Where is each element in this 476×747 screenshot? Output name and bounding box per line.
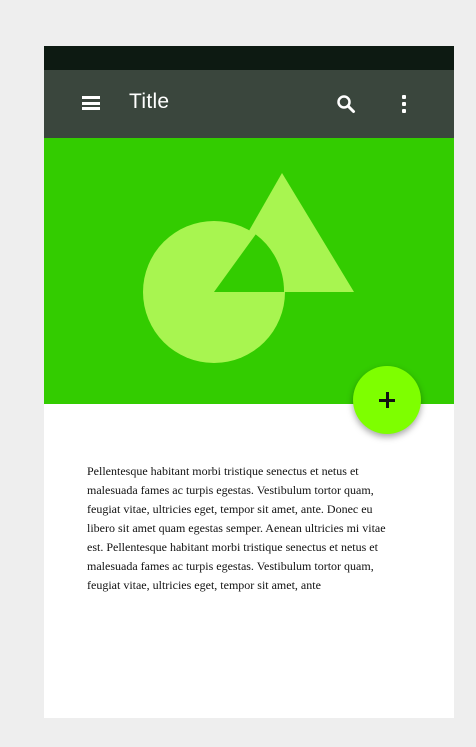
- menu-icon[interactable]: [82, 96, 100, 110]
- add-fab-button[interactable]: [353, 366, 421, 434]
- status-bar: [44, 46, 454, 70]
- search-icon[interactable]: [336, 94, 356, 114]
- add-icon: [379, 392, 395, 408]
- app-title: Title: [129, 90, 170, 113]
- hero-banner: [44, 138, 454, 404]
- hero-shapes-illustration: [143, 173, 354, 363]
- app-bar: Title: [44, 70, 454, 138]
- more-vert-icon[interactable]: [400, 95, 408, 113]
- phone-screen: Title Pellentesque habitant morbi tristi…: [44, 46, 454, 718]
- body-paragraph: Pellentesque habitant morbi tristique se…: [87, 464, 386, 592]
